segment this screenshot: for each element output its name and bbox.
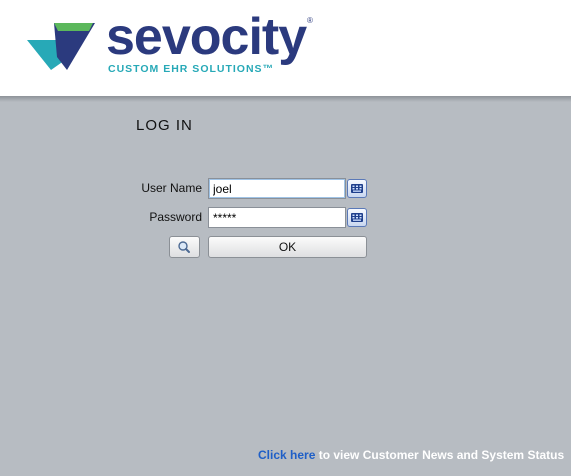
ok-button[interactable]: OK (208, 236, 367, 258)
footer-status: Click here to view Customer News and Sys… (258, 448, 564, 462)
header: sevocity ® CUSTOM EHR SOLUTIONS™ (0, 0, 571, 96)
keyboard-icon (351, 213, 363, 222)
search-button[interactable] (169, 236, 200, 258)
click-here-link[interactable]: Click here (258, 448, 315, 462)
brand-tagline: CUSTOM EHR SOLUTIONS™ (108, 63, 275, 75)
keyboard-icon (351, 184, 363, 193)
magnifier-icon (178, 241, 190, 253)
username-label: User Name (141, 181, 202, 195)
brand-name: sevocity (106, 8, 307, 66)
footer-message: to view Customer News and System Status (315, 448, 565, 462)
password-input[interactable] (208, 207, 346, 228)
password-label: Password (149, 210, 202, 224)
login-title: LOG IN (136, 117, 193, 134)
header-divider (0, 96, 571, 102)
password-keyboard-button[interactable] (347, 208, 367, 227)
registered-mark: ® (307, 16, 313, 25)
sevocity-logo-icon (27, 23, 95, 70)
username-input[interactable] (208, 178, 346, 199)
username-keyboard-button[interactable] (347, 179, 367, 198)
